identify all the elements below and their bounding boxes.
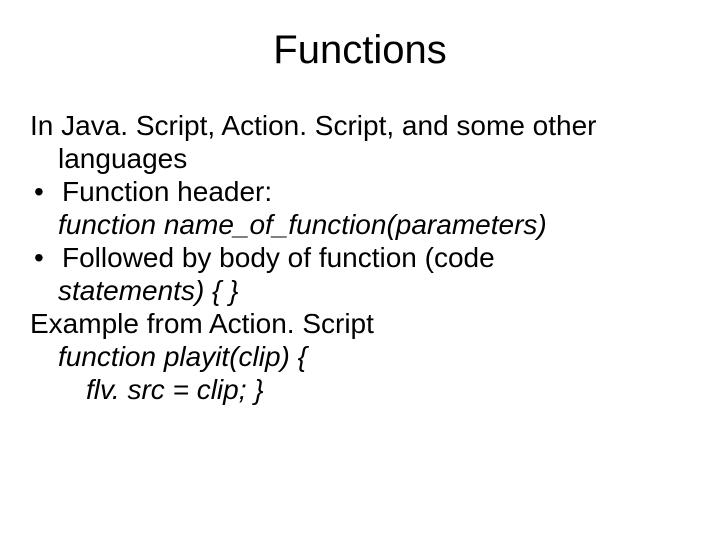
- slide-body: In Java. Script, Action. Script, and som…: [30, 109, 690, 406]
- slide: Functions In Java. Script, Action. Scrip…: [0, 0, 720, 540]
- body-line-2: languages: [30, 142, 690, 175]
- slide-title: Functions: [30, 28, 690, 73]
- bullet-item-1: • Function header:: [30, 175, 690, 208]
- body-line-1: In Java. Script, Action. Script, and som…: [30, 109, 690, 142]
- bullet-item-2: • Followed by body of function (code: [30, 241, 690, 274]
- bullet-icon: •: [30, 175, 62, 208]
- body-line-7: Example from Action. Script: [30, 307, 690, 340]
- body-line-6: statements) { }: [30, 274, 690, 307]
- body-line-8: function playit(clip) {: [30, 340, 690, 373]
- bullet-text-2: Followed by body of function (code: [62, 241, 690, 274]
- body-line-4: function name_of_function(parameters): [30, 208, 690, 241]
- body-line-9: flv. src = clip; }: [30, 373, 690, 406]
- bullet-text-1: Function header:: [62, 175, 690, 208]
- bullet-icon: •: [30, 241, 62, 274]
